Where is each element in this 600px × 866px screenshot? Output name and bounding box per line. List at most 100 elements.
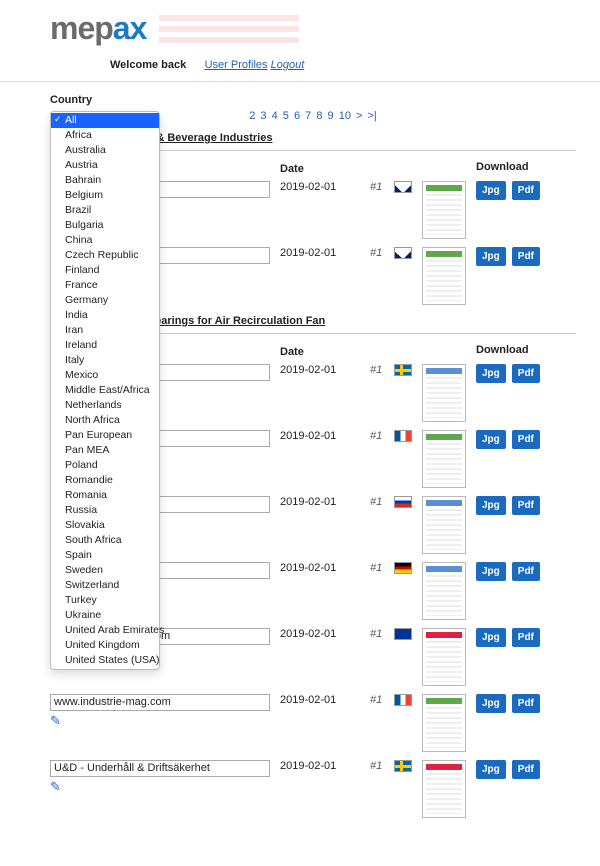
- country-option[interactable]: Brazil: [51, 203, 159, 218]
- page-link[interactable]: 3: [259, 110, 270, 122]
- country-option[interactable]: South Africa: [51, 533, 159, 548]
- page-link[interactable]: 6: [293, 110, 304, 122]
- country-option[interactable]: Finland: [51, 263, 159, 278]
- preview-thumbnail[interactable]: [422, 496, 466, 554]
- country-option[interactable]: Austria: [51, 158, 159, 173]
- logo-main: mep: [50, 10, 113, 46]
- country-option[interactable]: Bahrain: [51, 173, 159, 188]
- country-option[interactable]: Poland: [51, 458, 159, 473]
- page-link[interactable]: 10: [338, 110, 355, 122]
- country-option[interactable]: Pan MEA: [51, 443, 159, 458]
- download-pdf-button[interactable]: Pdf: [512, 760, 540, 779]
- country-option[interactable]: France: [51, 278, 159, 293]
- download-jpg-button[interactable]: Jpg: [476, 760, 506, 779]
- date-value: 2019-02-01: [280, 694, 370, 706]
- country-dropdown-open[interactable]: AllAfricaAustraliaAustriaBahrainBelgiumB…: [50, 111, 160, 670]
- download-pdf-button[interactable]: Pdf: [512, 628, 540, 647]
- download-jpg-button[interactable]: Jpg: [476, 496, 506, 515]
- country-option[interactable]: Belgium: [51, 188, 159, 203]
- download-pdf-button[interactable]: Pdf: [512, 694, 540, 713]
- user-profiles-link[interactable]: User Profiles: [205, 59, 268, 71]
- date-value: 2019-02-01: [280, 430, 370, 442]
- country-option[interactable]: United Kingdom: [51, 638, 159, 653]
- edit-icon[interactable]: ✎: [50, 779, 61, 795]
- page-link[interactable]: 9: [327, 110, 338, 122]
- country-option[interactable]: Ireland: [51, 338, 159, 353]
- download-jpg-button[interactable]: Jpg: [476, 694, 506, 713]
- country-option[interactable]: China: [51, 233, 159, 248]
- preview-thumbnail[interactable]: [422, 562, 466, 620]
- country-option[interactable]: Russia: [51, 503, 159, 518]
- country-option[interactable]: Netherlands: [51, 398, 159, 413]
- country-option[interactable]: Sweden: [51, 563, 159, 578]
- country-option[interactable]: India: [51, 308, 159, 323]
- page-next[interactable]: >: [355, 110, 366, 122]
- download-pdf-button[interactable]: Pdf: [512, 496, 540, 515]
- page-link[interactable]: 8: [315, 110, 326, 122]
- country-option[interactable]: Romania: [51, 488, 159, 503]
- country-option[interactable]: Mexico: [51, 368, 159, 383]
- page-link[interactable]: 7: [304, 110, 315, 122]
- preview-thumbnail[interactable]: [422, 430, 466, 488]
- preview-thumbnail[interactable]: [422, 628, 466, 686]
- result-row: U&D - Underhåll & Driftsäkerhet ✎ 2019-02-…: [50, 760, 576, 818]
- rank-value: #1: [370, 760, 394, 772]
- download-pdf-button[interactable]: Pdf: [512, 364, 540, 383]
- download-pdf-button[interactable]: Pdf: [512, 247, 540, 266]
- download-pdf-button[interactable]: Pdf: [512, 562, 540, 581]
- download-jpg-button[interactable]: Jpg: [476, 247, 506, 266]
- country-option[interactable]: Middle East/Africa: [51, 383, 159, 398]
- date-value: 2019-02-01: [280, 760, 370, 772]
- country-option[interactable]: Romandie: [51, 473, 159, 488]
- title-input[interactable]: www.industrie-mag.com: [50, 694, 270, 711]
- preview-thumbnail[interactable]: [422, 364, 466, 422]
- date-header: Date: [280, 346, 370, 358]
- country-option[interactable]: Australia: [51, 143, 159, 158]
- download-pdf-button[interactable]: Pdf: [512, 181, 540, 200]
- country-option[interactable]: Ukraine: [51, 608, 159, 623]
- country-option[interactable]: Germany: [51, 293, 159, 308]
- page-link[interactable]: 2: [248, 110, 259, 122]
- preview-thumbnail[interactable]: [422, 181, 466, 239]
- country-option[interactable]: Switzerland: [51, 578, 159, 593]
- rank-value: #1: [370, 562, 394, 574]
- download-pdf-button[interactable]: Pdf: [512, 430, 540, 449]
- download-jpg-button[interactable]: Jpg: [476, 628, 506, 647]
- rank-value: #1: [370, 430, 394, 442]
- date-value: 2019-02-01: [280, 364, 370, 376]
- page-link[interactable]: 4: [271, 110, 282, 122]
- page-last[interactable]: >|: [367, 110, 378, 122]
- rank-value: #1: [370, 247, 394, 259]
- preview-thumbnail[interactable]: [422, 760, 466, 818]
- download-jpg-button[interactable]: Jpg: [476, 364, 506, 383]
- flag-icon: [394, 760, 412, 772]
- country-option[interactable]: Turkey: [51, 593, 159, 608]
- country-option[interactable]: Pan European: [51, 428, 159, 443]
- country-option[interactable]: Slovakia: [51, 518, 159, 533]
- country-option[interactable]: United Arab Emirates: [51, 623, 159, 638]
- country-option[interactable]: United States (USA): [51, 653, 159, 668]
- country-option[interactable]: Spain: [51, 548, 159, 563]
- logout-link[interactable]: Logout: [271, 59, 305, 71]
- welcome-bar: Welcome back User Profiles Logout: [0, 55, 600, 81]
- preview-thumbnail[interactable]: [422, 694, 466, 752]
- country-option[interactable]: Czech Republic: [51, 248, 159, 263]
- app-header: mepax: [0, 0, 600, 55]
- download-jpg-button[interactable]: Jpg: [476, 181, 506, 200]
- flag-icon: [394, 247, 412, 259]
- country-option[interactable]: Italy: [51, 353, 159, 368]
- country-option[interactable]: Africa: [51, 128, 159, 143]
- country-option[interactable]: Bulgaria: [51, 218, 159, 233]
- title-input[interactable]: U&D - Underhåll & Driftsäkerhet: [50, 760, 270, 777]
- download-jpg-button[interactable]: Jpg: [476, 430, 506, 449]
- edit-icon[interactable]: ✎: [50, 713, 61, 729]
- page-link[interactable]: 5: [282, 110, 293, 122]
- country-option[interactable]: Iran: [51, 323, 159, 338]
- country-option[interactable]: North Africa: [51, 413, 159, 428]
- preview-thumbnail[interactable]: [422, 247, 466, 305]
- header-redacted: [159, 15, 299, 43]
- flag-icon: [394, 628, 412, 640]
- country-option[interactable]: All: [51, 113, 159, 128]
- download-jpg-button[interactable]: Jpg: [476, 562, 506, 581]
- rank-value: #1: [370, 628, 394, 640]
